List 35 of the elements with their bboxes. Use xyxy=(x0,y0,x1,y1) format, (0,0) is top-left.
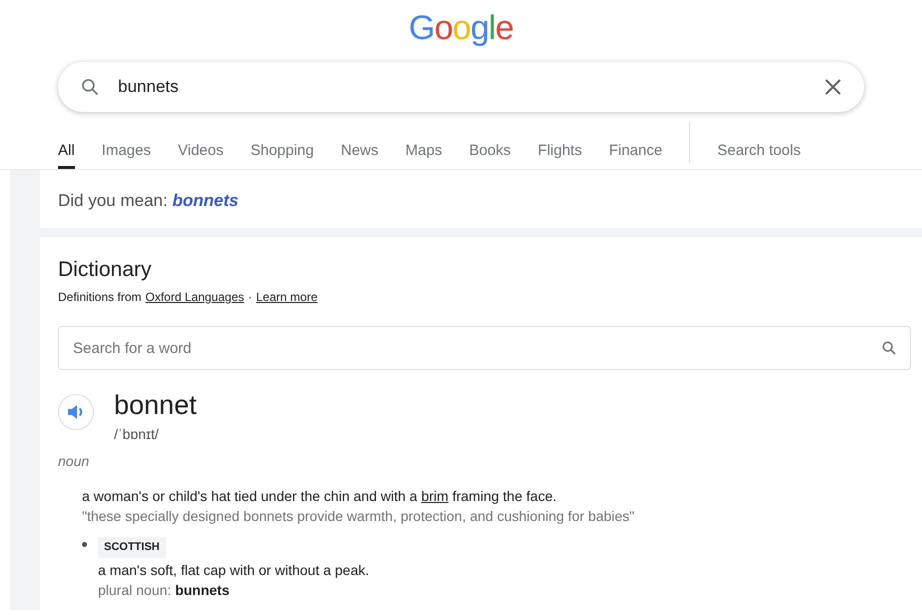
definition-text: a woman's or child's hat tied under the chin and with a brim framing the face. xyxy=(82,487,558,506)
word-link[interactable]: brim xyxy=(421,488,448,504)
tab[interactable]: Finance xyxy=(608,126,662,169)
section-title: Dictionary xyxy=(58,257,152,283)
plural-text: plural noun: bunnets xyxy=(98,581,231,600)
separator-text: · xyxy=(248,289,252,306)
example-text: "these specially designed bonnets provide warmth, protection, and cushioning for babies" xyxy=(82,507,636,526)
learn-more-link[interactable]: Learn more xyxy=(256,288,318,306)
search-tools-button[interactable]: Search tools xyxy=(690,126,801,169)
search-bar[interactable]: bunnets xyxy=(58,62,864,112)
bullet-icon xyxy=(82,542,87,547)
pronunciation-text: /ˈbɒnɪt/ xyxy=(114,425,160,444)
part-of-speech: noun xyxy=(58,452,90,471)
search-icon[interactable] xyxy=(881,340,897,356)
tab[interactable]: Maps xyxy=(405,126,442,169)
search-query: bunnets xyxy=(118,76,180,98)
tab[interactable]: Shopping xyxy=(250,126,314,169)
word-search-field[interactable]: Search for a word xyxy=(58,326,911,370)
tab[interactable]: Videos xyxy=(178,126,224,169)
tab[interactable]: Flights xyxy=(538,126,582,169)
search-icon[interactable] xyxy=(80,77,100,97)
tab[interactable]: News xyxy=(340,126,378,169)
region-label: SCOTTISH xyxy=(98,537,166,558)
tab[interactable]: Books xyxy=(469,126,511,169)
definition-text: a man's soft, flat cap with or without a peak. xyxy=(98,561,370,580)
source-text: Definitions from xyxy=(58,289,142,306)
source-link[interactable]: Oxford Languages xyxy=(145,288,244,306)
tab[interactable]: Images xyxy=(102,126,151,169)
suggestion-link[interactable]: bonnets xyxy=(172,191,238,210)
google-logo[interactable]: Google xyxy=(408,8,514,52)
headword: bonnet xyxy=(114,390,197,420)
speaker-button[interactable] xyxy=(58,394,94,430)
speaker-icon xyxy=(67,404,85,420)
did-you-mean-text: Did you mean: bonnets xyxy=(58,190,240,212)
close-icon[interactable] xyxy=(824,78,842,96)
